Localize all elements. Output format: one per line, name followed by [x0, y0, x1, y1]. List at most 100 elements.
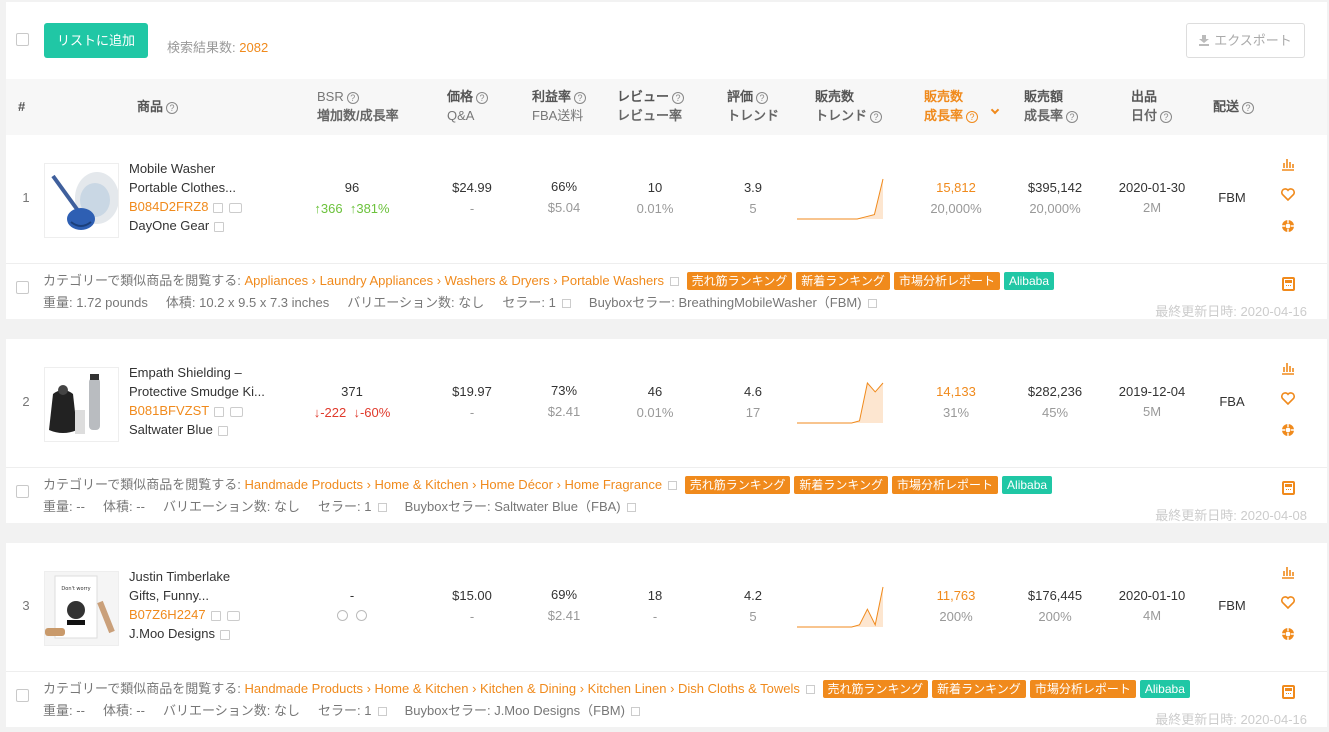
row-checkbox[interactable]	[16, 689, 29, 702]
comment-icon[interactable]	[229, 202, 243, 213]
external-link-icon[interactable]	[214, 406, 225, 417]
product-title-cont[interactable]: Gifts, Funny...	[129, 586, 299, 605]
help-icon[interactable]: ?	[166, 101, 179, 114]
ranking-tag[interactable]: 新着ランキング	[932, 680, 1026, 698]
category-breadcrumb[interactable]: Appliances › Laundry Appliances › Washer…	[244, 273, 664, 288]
row-checkbox[interactable]	[16, 485, 29, 498]
external-link-icon[interactable]	[213, 202, 224, 213]
lifebuoy-icon[interactable]	[1279, 423, 1297, 441]
sales-trend-sparkline[interactable]	[795, 175, 887, 221]
product-title-cont[interactable]: Portable Clothes...	[129, 178, 299, 197]
help-icon[interactable]: ?	[574, 91, 587, 104]
brand-name[interactable]: Saltwater Blue	[129, 422, 213, 437]
calculator-icon[interactable]	[1282, 277, 1295, 291]
help-icon[interactable]: ?	[966, 110, 979, 123]
ranking-tag[interactable]: 売れ筋ランキング	[822, 680, 929, 698]
external-link-icon[interactable]	[217, 425, 228, 436]
help-icon[interactable]: ?	[672, 91, 685, 104]
col-delivery[interactable]: 配送?	[1213, 97, 1255, 116]
add-to-list-button[interactable]: リストに追加	[44, 23, 149, 58]
help-icon[interactable]: ?	[1066, 110, 1079, 123]
alibaba-tag[interactable]: Alibaba	[1003, 272, 1054, 290]
chart-icon[interactable]	[1279, 361, 1297, 379]
external-link-icon[interactable]	[377, 503, 387, 513]
buybox-seller: J.Moo Designs（FBM)	[494, 703, 625, 718]
external-link-icon[interactable]	[214, 221, 225, 232]
help-icon[interactable]: ?	[346, 91, 359, 104]
comment-icon[interactable]	[230, 406, 244, 417]
sort-desc-icon[interactable]	[990, 105, 1000, 115]
category-line: カテゴリーで類似商品を閲覧する: Handmade Products › Hom…	[43, 474, 1053, 494]
col-listing-date[interactable]: 出品 日付?	[1131, 87, 1173, 125]
ranking-tag[interactable]: 売れ筋ランキング	[684, 476, 791, 494]
category-breadcrumb[interactable]: Handmade Products › Home & Kitchen › Kit…	[244, 681, 799, 696]
col-sales-trend[interactable]: 販売数 トレンド?	[815, 87, 883, 125]
col-rating[interactable]: 評価? トレンド	[727, 87, 779, 125]
asin-link[interactable]: B07Z6H2247	[129, 607, 206, 622]
col-price[interactable]: 価格? Q&A	[447, 87, 489, 125]
bsr-change: ↑366 ↑381%	[302, 198, 402, 219]
alibaba-tag[interactable]: Alibaba	[1002, 476, 1053, 494]
product-title-cont[interactable]: Protective Smudge Ki...	[129, 382, 299, 401]
sales-growth-cell: 14,133 31%	[911, 381, 1001, 423]
heart-icon[interactable]	[1279, 392, 1297, 410]
product-image[interactable]	[44, 163, 119, 238]
calculator-icon[interactable]	[1282, 481, 1295, 495]
external-link-icon[interactable]	[670, 277, 680, 287]
category-line: カテゴリーで類似商品を閲覧する: Appliances › Laundry Ap…	[43, 270, 1054, 290]
external-link-icon[interactable]	[210, 610, 221, 621]
product-image[interactable]	[44, 367, 119, 442]
ranking-tag[interactable]: 市場分析レポート	[1029, 680, 1136, 698]
help-icon[interactable]: ?	[870, 110, 883, 123]
calculator-icon[interactable]	[1282, 685, 1295, 699]
col-review[interactable]: レビュー? レビュー率	[617, 87, 685, 125]
external-link-icon[interactable]	[668, 481, 678, 491]
external-link-icon[interactable]	[377, 707, 387, 717]
sales-trend-sparkline[interactable]	[795, 379, 887, 425]
col-sales-growth[interactable]: 販売数 成長率?	[924, 87, 1000, 125]
help-icon[interactable]: ?	[476, 91, 489, 104]
col-profit[interactable]: 利益率? FBA送料	[532, 87, 587, 125]
brand-name[interactable]: J.Moo Designs	[129, 626, 215, 641]
ranking-tag[interactable]: 新着ランキング	[794, 476, 889, 494]
col-bsr[interactable]: BSR? 増加数/成長率	[317, 87, 399, 125]
info-icon[interactable]	[337, 610, 349, 621]
row-checkbox[interactable]	[16, 281, 29, 294]
chart-icon[interactable]	[1279, 565, 1297, 583]
category-breadcrumb[interactable]: Handmade Products › Home & Kitchen › Hom…	[244, 477, 662, 492]
external-link-icon[interactable]	[626, 503, 636, 513]
col-revenue[interactable]: 販売額 成長率?	[1024, 87, 1079, 125]
product-title[interactable]: Justin Timberlake	[129, 567, 299, 586]
asin-link[interactable]: B081BFVZST	[129, 403, 209, 418]
col-product[interactable]: 商品?	[137, 97, 179, 116]
sales-trend-sparkline[interactable]	[795, 583, 887, 629]
external-link-icon[interactable]	[867, 299, 877, 309]
lifebuoy-icon[interactable]	[1279, 627, 1297, 645]
product-image[interactable]: Don't worry	[44, 571, 119, 646]
export-button[interactable]: エクスポート	[1186, 23, 1305, 58]
ranking-tag[interactable]: 市場分析レポート	[892, 476, 999, 494]
external-link-icon[interactable]	[561, 299, 571, 309]
external-link-icon[interactable]	[630, 707, 640, 717]
chart-icon[interactable]	[1279, 157, 1297, 175]
ranking-tag[interactable]: 売れ筋ランキング	[686, 272, 793, 290]
help-icon[interactable]: ?	[756, 91, 769, 104]
select-all-checkbox[interactable]	[16, 33, 29, 46]
info-icon[interactable]	[355, 610, 367, 621]
comment-icon[interactable]	[226, 610, 240, 621]
heart-icon[interactable]	[1279, 188, 1297, 206]
brand-name[interactable]: DayOne Gear	[129, 218, 209, 233]
lifebuoy-icon[interactable]	[1279, 219, 1297, 237]
product-title[interactable]: Mobile Washer	[129, 159, 299, 178]
ranking-tag[interactable]: 市場分析レポート	[893, 272, 1000, 290]
ranking-tag[interactable]: 新着ランキング	[796, 272, 890, 290]
product-title[interactable]: Empath Shielding –	[129, 363, 299, 382]
help-icon[interactable]: ?	[1242, 101, 1255, 114]
heart-icon[interactable]	[1279, 596, 1297, 614]
asin-link[interactable]: B084D2FRZ8	[129, 199, 208, 214]
external-link-icon[interactable]	[219, 629, 230, 640]
fba-fee-value: $5.04	[547, 200, 581, 215]
help-icon[interactable]: ?	[1160, 110, 1173, 123]
external-link-icon[interactable]	[805, 685, 815, 695]
alibaba-tag[interactable]: Alibaba	[1139, 680, 1190, 698]
